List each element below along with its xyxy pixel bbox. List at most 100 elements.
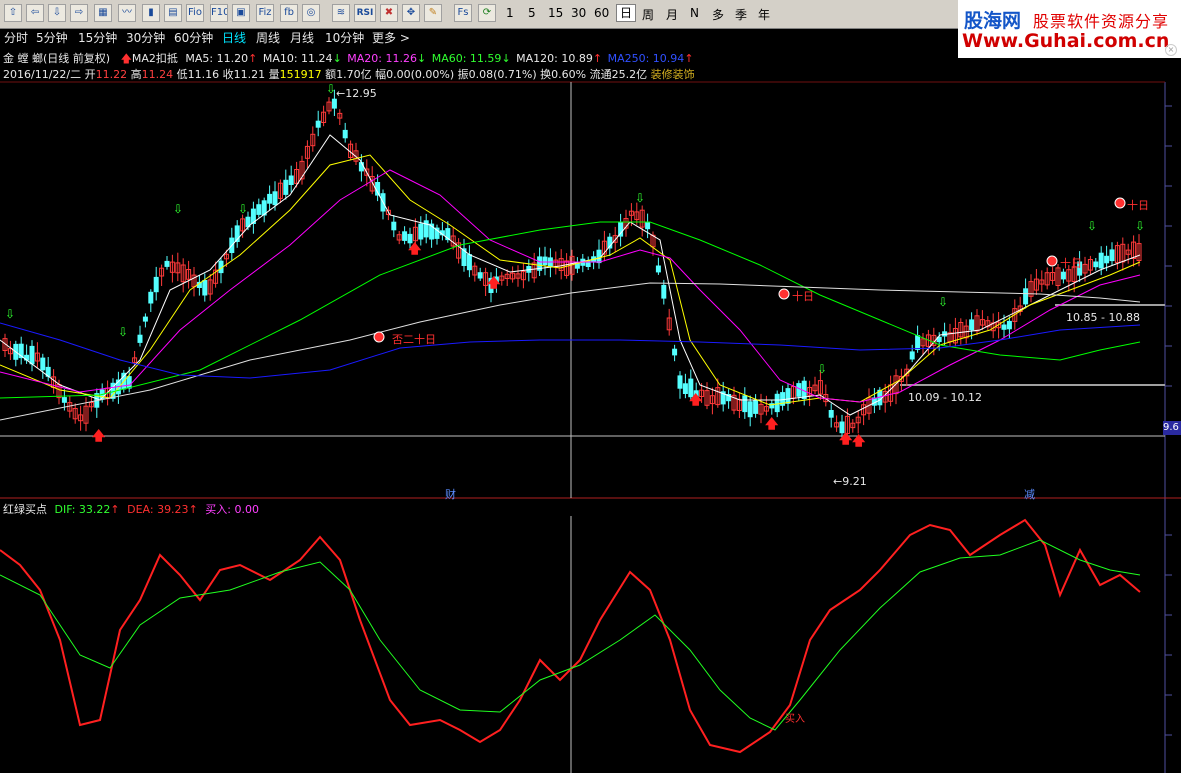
candle-body [963, 325, 969, 339]
reduce-holding-marker[interactable]: 减 [1024, 486, 1035, 502]
line-chart-icon[interactable]: 〰 [118, 4, 136, 22]
candle-body [256, 204, 262, 215]
pen-icon[interactable]: ✎ [424, 4, 442, 22]
fiz-button[interactable]: Fiz [256, 4, 274, 22]
candle-body [358, 162, 364, 172]
candle-body [94, 393, 100, 408]
candle-body [834, 422, 840, 428]
candle-body [218, 260, 224, 274]
minute-1[interactable]: 1 [506, 6, 514, 20]
financial-report-marker[interactable]: 财 [445, 486, 456, 502]
candle-body [164, 260, 170, 267]
candle-body [801, 380, 807, 400]
tab-10min[interactable]: 10分钟 [325, 29, 364, 46]
candle-body [1012, 308, 1018, 322]
tab-week[interactable]: 周线 [256, 29, 280, 46]
candle-body [439, 230, 445, 236]
candle-body [250, 208, 256, 225]
candle-body [272, 191, 278, 206]
candle-body [985, 320, 991, 328]
candle-body [585, 260, 591, 267]
period-month[interactable]: 月 [666, 6, 678, 23]
ma10-value: MA10: 11.24 [262, 52, 333, 65]
tab-day[interactable]: 日线 [222, 29, 246, 46]
sell-signal-icon: ⇩ [238, 202, 248, 216]
candle-body [2, 338, 8, 352]
candle-body [223, 253, 229, 260]
period-n[interactable]: N [690, 6, 699, 20]
volume-value: 151917 [279, 68, 322, 81]
candle-body [180, 264, 186, 283]
rsi-button[interactable]: RSI [354, 4, 376, 22]
move-icon[interactable]: ✥ [402, 4, 420, 22]
candle-body [1098, 252, 1104, 269]
down-arrow-icon: ↓ [417, 52, 427, 65]
f10-button[interactable]: F10 [210, 4, 228, 22]
period-day[interactable]: 日 [616, 4, 637, 22]
minute-30[interactable]: 30 [571, 6, 586, 20]
tab-fenshi[interactable]: 分时 [4, 29, 28, 46]
tools-icon[interactable]: ✖ [380, 4, 398, 22]
tab-month[interactable]: 月线 [290, 29, 314, 46]
wave-icon[interactable]: ≋ [332, 4, 350, 22]
circle-icon[interactable]: ◎ [302, 4, 320, 22]
fb-icon[interactable]: fb [280, 4, 298, 22]
tab-15min[interactable]: 15分钟 [78, 29, 117, 46]
period-week[interactable]: 周 [642, 6, 654, 23]
arrow-up-icon[interactable]: ⇧ [4, 4, 22, 22]
candle-body [321, 111, 327, 123]
period-multi[interactable]: 多 [712, 6, 724, 23]
minute-5[interactable]: 5 [528, 6, 536, 20]
table-icon[interactable]: ▦ [94, 4, 112, 22]
fs-button[interactable]: Fs [454, 4, 472, 22]
candle-body [915, 335, 921, 350]
candle-body [493, 276, 499, 284]
candle-body [601, 240, 607, 255]
up-arrow-icon: ↑ [684, 52, 694, 65]
candle-body [628, 210, 634, 216]
grid2-icon[interactable]: ▣ [232, 4, 250, 22]
down-arrow-icon: ↓ [332, 52, 342, 65]
candle-body [634, 211, 640, 221]
candlestick-icon[interactable]: ▮ [142, 4, 160, 22]
candle-body [515, 273, 521, 279]
grid-icon[interactable]: ▤ [164, 4, 182, 22]
candle-body [40, 357, 46, 371]
tab-5min[interactable]: 5分钟 [36, 29, 68, 46]
candle-body [213, 269, 219, 284]
signal-dot-icon [778, 288, 790, 300]
refresh-icon[interactable]: ⟳ [478, 4, 496, 22]
candle-body [1039, 279, 1045, 285]
minute-60[interactable]: 60 [594, 6, 609, 20]
candle-body [423, 220, 429, 238]
candle-body [24, 354, 30, 361]
candle-body [229, 237, 235, 254]
candle-body [807, 387, 813, 396]
fio-button[interactable]: Fio [186, 4, 204, 22]
candle-body [979, 319, 985, 326]
candle-body [812, 384, 818, 392]
tab-60min[interactable]: 60分钟 [174, 29, 213, 46]
candle-body [375, 182, 381, 196]
close-icon[interactable]: × [1165, 44, 1177, 56]
signal-tag-2: 十日 [792, 290, 814, 303]
candle-body [796, 383, 802, 397]
arrow-down-icon[interactable]: ⇩ [48, 4, 66, 22]
tab-30min[interactable]: 30分钟 [126, 29, 165, 46]
logo-slogan: 股票软件资源分享 [1033, 12, 1170, 31]
candle-body [699, 389, 705, 398]
high-value: 11.24 [141, 68, 174, 81]
signal-tag-1: 否二十日 [392, 333, 436, 346]
minute-15[interactable]: 15 [548, 6, 563, 20]
candle-body [294, 169, 300, 184]
candle-body [1066, 269, 1072, 282]
candle-body [288, 175, 294, 185]
tab-more[interactable]: 更多 > [372, 29, 410, 46]
arrow-left-icon[interactable]: ⇦ [26, 4, 44, 22]
period-quarter[interactable]: 季 [735, 6, 747, 23]
arrow-right-icon[interactable]: ⇨ [70, 4, 88, 22]
period-year[interactable]: 年 [758, 6, 770, 23]
range-label-1: 10.09 - 10.12 [908, 391, 982, 404]
candle-body [969, 319, 975, 331]
candle-body [1093, 261, 1099, 268]
